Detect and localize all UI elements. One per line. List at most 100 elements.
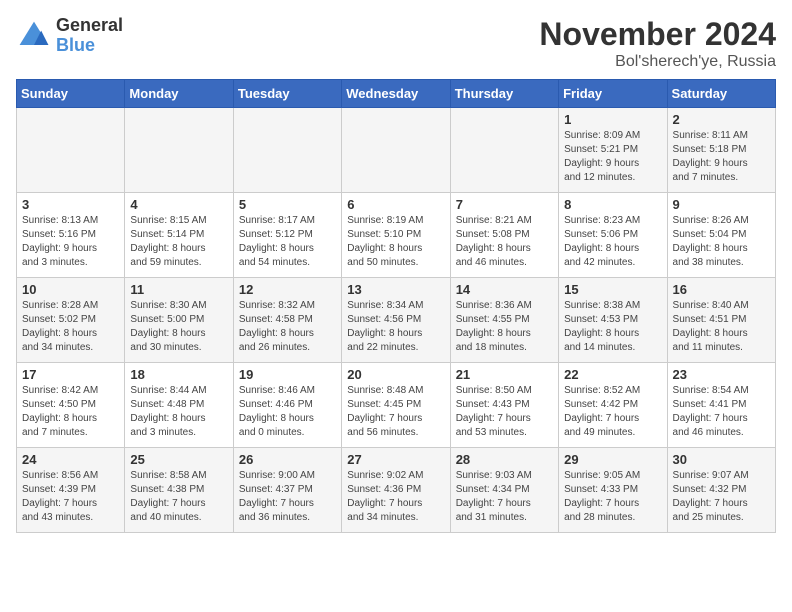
calendar-cell: 25 Sunrise: 8:58 AM Sunset: 4:38 PM Dayli… (125, 448, 233, 533)
day-number: 1 (564, 112, 661, 127)
calendar-cell (342, 108, 450, 193)
calendar-cell: 8 Sunrise: 8:23 AM Sunset: 5:06 PM Daylig… (559, 193, 667, 278)
day-number: 12 (239, 282, 336, 297)
day-number: 7 (456, 197, 553, 212)
calendar-cell: 16 Sunrise: 8:40 AM Sunset: 4:51 PM Dayli… (667, 278, 775, 363)
day-info: Sunrise: 8:32 AM Sunset: 4:58 PM Dayligh… (239, 299, 336, 355)
logo-general-label: General (56, 16, 123, 36)
day-number: 23 (673, 367, 770, 382)
week-row-0: 1 Sunrise: 8:09 AM Sunset: 5:21 PM Daylig… (17, 108, 776, 193)
day-number: 13 (347, 282, 444, 297)
calendar-cell: 28Sunrise: 9:03 AM Sunset: 4:34 PM Dayli… (450, 448, 558, 533)
calendar-cell: 22 Sunrise: 8:52 AM Sunset: 4:42 PM Dayli… (559, 363, 667, 448)
day-number: 11 (130, 282, 227, 297)
day-number: 2 (673, 112, 770, 127)
day-info: Sunrise: 9:02 AM Sunset: 4:36 PM Dayligh… (347, 469, 444, 525)
day-number: 5 (239, 197, 336, 212)
logo-icon (16, 18, 52, 54)
day-number: 10 (22, 282, 119, 297)
logo-blue-label: Blue (56, 36, 123, 56)
day-number: 6 (347, 197, 444, 212)
calendar-cell (450, 108, 558, 193)
calendar-cell: 5 Sunrise: 8:17 AM Sunset: 5:12 PM Daylig… (233, 193, 341, 278)
day-number: 16 (673, 282, 770, 297)
day-number: 20 (347, 367, 444, 382)
day-info: Sunrise: 8:30 AM Sunset: 5:00 PM Dayligh… (130, 299, 227, 355)
location-title: Bol'sherech'ye, Russia (539, 53, 776, 71)
day-number: 4 (130, 197, 227, 212)
day-info: Sunrise: 8:11 AM Sunset: 5:18 PM Dayligh… (673, 129, 770, 185)
day-info: Sunrise: 9:00 AM Sunset: 4:37 PM Dayligh… (239, 469, 336, 525)
day-info: Sunrise: 9:03 AM Sunset: 4:34 PM Dayligh… (456, 469, 553, 525)
calendar-cell: 27 Sunrise: 9:02 AM Sunset: 4:36 PM Dayli… (342, 448, 450, 533)
day-number: 29 (564, 452, 661, 467)
day-number: 18 (130, 367, 227, 382)
calendar-cell: 2 Sunrise: 8:11 AM Sunset: 5:18 PM Daylig… (667, 108, 775, 193)
day-info: Sunrise: 8:52 AM Sunset: 4:42 PM Dayligh… (564, 384, 661, 440)
calendar-cell: 23 Sunrise: 8:54 AM Sunset: 4:41 PM Dayli… (667, 363, 775, 448)
day-info: Sunrise: 8:19 AM Sunset: 5:10 PM Dayligh… (347, 214, 444, 270)
calendar-cell: 15 Sunrise: 8:38 AM Sunset: 4:53 PM Dayli… (559, 278, 667, 363)
logo: General Blue (16, 16, 123, 56)
header-day-wednesday: Wednesday (342, 80, 450, 108)
calendar-cell: 30 Sunrise: 9:07 AM Sunset: 4:32 PM Dayli… (667, 448, 775, 533)
week-row-2: 10Sunrise: 8:28 AM Sunset: 5:02 PM Dayli… (17, 278, 776, 363)
calendar-cell: 17 Sunrise: 8:42 AM Sunset: 4:50 PM Dayli… (17, 363, 125, 448)
day-info: Sunrise: 8:23 AM Sunset: 5:06 PM Dayligh… (564, 214, 661, 270)
logo-text: General Blue (56, 16, 123, 56)
day-number: 8 (564, 197, 661, 212)
calendar-cell: 24 Sunrise: 8:56 AM Sunset: 4:39 PM Dayli… (17, 448, 125, 533)
day-number: 25 (130, 452, 227, 467)
day-number: 27 (347, 452, 444, 467)
calendar-cell: 29 Sunrise: 9:05 AM Sunset: 4:33 PM Dayli… (559, 448, 667, 533)
header-day-sunday: Sunday (17, 80, 125, 108)
day-number: 21 (456, 367, 553, 382)
week-row-3: 17 Sunrise: 8:42 AM Sunset: 4:50 PM Dayli… (17, 363, 776, 448)
day-info: Sunrise: 8:46 AM Sunset: 4:46 PM Dayligh… (239, 384, 336, 440)
calendar-cell: 26Sunrise: 9:00 AM Sunset: 4:37 PM Dayli… (233, 448, 341, 533)
day-info: Sunrise: 8:38 AM Sunset: 4:53 PM Dayligh… (564, 299, 661, 355)
day-number: 22 (564, 367, 661, 382)
page-header: General Blue November 2024 Bol'sherech'y… (16, 16, 776, 71)
calendar-cell: 1 Sunrise: 8:09 AM Sunset: 5:21 PM Daylig… (559, 108, 667, 193)
day-info: Sunrise: 8:54 AM Sunset: 4:41 PM Dayligh… (673, 384, 770, 440)
day-info: Sunrise: 8:44 AM Sunset: 4:48 PM Dayligh… (130, 384, 227, 440)
header-day-monday: Monday (125, 80, 233, 108)
day-number: 30 (673, 452, 770, 467)
day-info: Sunrise: 8:09 AM Sunset: 5:21 PM Dayligh… (564, 129, 661, 185)
day-info: Sunrise: 8:26 AM Sunset: 5:04 PM Dayligh… (673, 214, 770, 270)
day-number: 14 (456, 282, 553, 297)
day-info: Sunrise: 9:05 AM Sunset: 4:33 PM Dayligh… (564, 469, 661, 525)
calendar-cell: 13 Sunrise: 8:34 AM Sunset: 4:56 PM Dayli… (342, 278, 450, 363)
calendar-cell: 10Sunrise: 8:28 AM Sunset: 5:02 PM Dayli… (17, 278, 125, 363)
day-info: Sunrise: 8:58 AM Sunset: 4:38 PM Dayligh… (130, 469, 227, 525)
header-day-thursday: Thursday (450, 80, 558, 108)
day-info: Sunrise: 8:42 AM Sunset: 4:50 PM Dayligh… (22, 384, 119, 440)
calendar-cell: 6 Sunrise: 8:19 AM Sunset: 5:10 PM Daylig… (342, 193, 450, 278)
day-info: Sunrise: 8:15 AM Sunset: 5:14 PM Dayligh… (130, 214, 227, 270)
day-info: Sunrise: 9:07 AM Sunset: 4:32 PM Dayligh… (673, 469, 770, 525)
day-info: Sunrise: 8:17 AM Sunset: 5:12 PM Dayligh… (239, 214, 336, 270)
calendar-cell: 14 Sunrise: 8:36 AM Sunset: 4:55 PM Dayli… (450, 278, 558, 363)
day-info: Sunrise: 8:48 AM Sunset: 4:45 PM Dayligh… (347, 384, 444, 440)
calendar-cell: 7 Sunrise: 8:21 AM Sunset: 5:08 PM Daylig… (450, 193, 558, 278)
header-row: SundayMondayTuesdayWednesdayThursdayFrid… (17, 80, 776, 108)
calendar-cell: 19Sunrise: 8:46 AM Sunset: 4:46 PM Dayli… (233, 363, 341, 448)
calendar-cell (233, 108, 341, 193)
day-info: Sunrise: 8:21 AM Sunset: 5:08 PM Dayligh… (456, 214, 553, 270)
calendar-cell: 21 Sunrise: 8:50 AM Sunset: 4:43 PM Dayli… (450, 363, 558, 448)
day-number: 17 (22, 367, 119, 382)
day-number: 15 (564, 282, 661, 297)
day-info: Sunrise: 8:56 AM Sunset: 4:39 PM Dayligh… (22, 469, 119, 525)
calendar-cell (125, 108, 233, 193)
week-row-4: 24 Sunrise: 8:56 AM Sunset: 4:39 PM Dayli… (17, 448, 776, 533)
calendar-cell: 12 Sunrise: 8:32 AM Sunset: 4:58 PM Dayli… (233, 278, 341, 363)
day-info: Sunrise: 8:40 AM Sunset: 4:51 PM Dayligh… (673, 299, 770, 355)
header-day-saturday: Saturday (667, 80, 775, 108)
day-info: Sunrise: 8:50 AM Sunset: 4:43 PM Dayligh… (456, 384, 553, 440)
day-info: Sunrise: 8:34 AM Sunset: 4:56 PM Dayligh… (347, 299, 444, 355)
calendar-cell: 11 Sunrise: 8:30 AM Sunset: 5:00 PM Dayli… (125, 278, 233, 363)
day-number: 24 (22, 452, 119, 467)
week-row-1: 3Sunrise: 8:13 AM Sunset: 5:16 PM Daylig… (17, 193, 776, 278)
day-info: Sunrise: 8:36 AM Sunset: 4:55 PM Dayligh… (456, 299, 553, 355)
